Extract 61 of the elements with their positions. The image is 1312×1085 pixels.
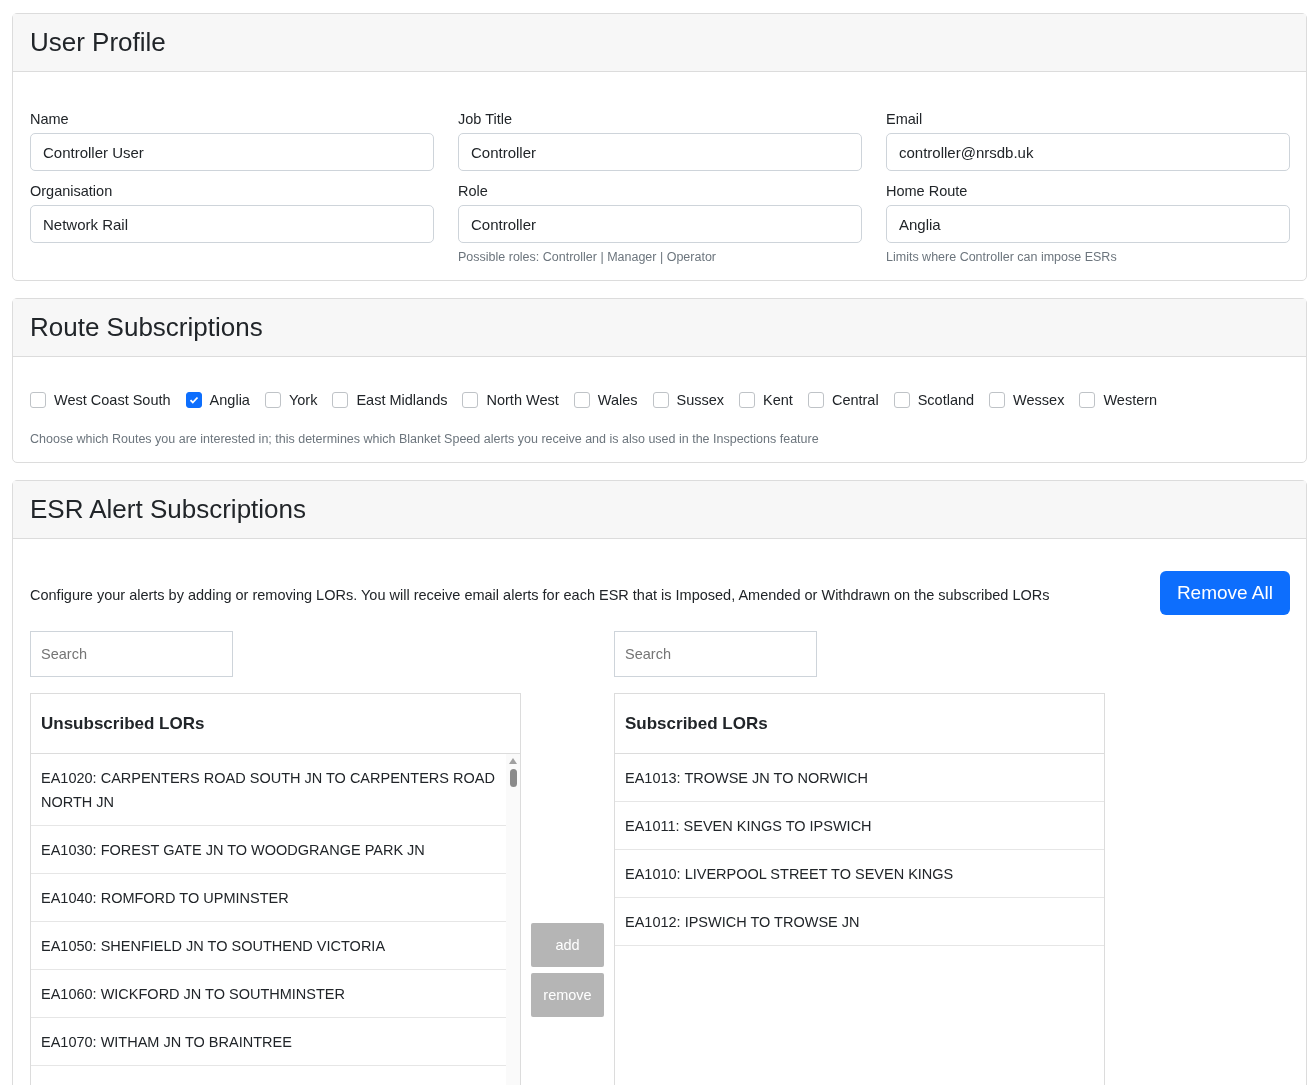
checkbox[interactable]: [264, 392, 281, 408]
remove-all-button[interactable]: Remove All: [1159, 571, 1290, 615]
list-item[interactable]: EA1050: SHENFIELD JN TO SOUTHEND VICTORIA: [31, 922, 506, 970]
field-label: Role: [458, 183, 489, 199]
field-label: Organisation: [30, 183, 114, 199]
checkbox[interactable]: [1079, 392, 1096, 408]
checkbox-label: Wessex: [1013, 392, 1065, 408]
help-text: Limits where Controller can impose ESRs: [886, 250, 1118, 264]
input-field[interactable]: Anglia: [886, 205, 1290, 243]
checkbox-label: East Midlands: [356, 392, 448, 408]
input-field[interactable]: Controller: [458, 205, 862, 243]
section-title: User Profile: [30, 27, 166, 58]
check-icon: [188, 395, 199, 405]
scroll-up-arrow-icon[interactable]: [509, 758, 517, 764]
checkbox[interactable]: [573, 392, 590, 408]
field-label: Email: [886, 111, 924, 127]
intro-text: Configure your alerts by adding or removing LORs. You will receive email alerts for each ESR that is Imposed, Amended or Withdrawn on the subscribed LORs: [30, 587, 1051, 605]
scrollbar[interactable]: [506, 754, 520, 1085]
checkbox-label: Anglia: [209, 392, 250, 408]
checkbox[interactable]: [462, 392, 479, 408]
checkbox[interactable]: [989, 392, 1006, 408]
checkbox-label: Central: [831, 392, 879, 408]
list-item[interactable]: EA1060: WICKFORD JN TO SOUTHMINSTER: [31, 970, 506, 1018]
list-item[interactable]: EA1040: ROMFORD TO UPMINSTER: [31, 874, 506, 922]
list-item[interactable]: EA1013: TROWSE JN TO NORWICH: [615, 754, 1104, 802]
checkbox-label: West Coast South: [54, 392, 171, 408]
checkbox-label: Western: [1103, 392, 1158, 408]
search-field[interactable]: Search: [30, 631, 233, 677]
checkbox-label: Scotland: [917, 392, 975, 408]
search-field[interactable]: Search: [614, 631, 817, 677]
checkbox[interactable]: [652, 392, 669, 408]
checkbox[interactable]: [807, 392, 824, 408]
list-item[interactable]: EA1030: FOREST GATE JN TO WOODGRANGE PARK JN: [31, 826, 506, 874]
list-item[interactable]: EA1010: LIVERPOOL STREET TO SEVEN KINGS: [615, 850, 1104, 898]
checkbox[interactable]: [893, 392, 910, 408]
section-title: Route Subscriptions: [30, 312, 263, 343]
checkbox-label: Kent: [763, 392, 793, 408]
field-label: Name: [30, 111, 70, 127]
checkbox[interactable]: [739, 392, 756, 408]
checkbox-label: Sussex: [676, 392, 725, 408]
section-title: ESR Alert Subscriptions: [30, 494, 306, 525]
checkbox-label: Wales: [597, 392, 638, 408]
list-item[interactable]: EA1070: WITHAM JN TO BRAINTREE: [31, 1018, 506, 1066]
checkbox[interactable]: [185, 392, 202, 408]
list-heading: Unsubscribed LORs: [31, 694, 520, 754]
help-text: Choose which Routes you are interested in; this determines which Blanket Speed alerts you receive and is also used in the Inspections feature: [30, 432, 820, 446]
scrollbar-thumb[interactable]: [509, 769, 517, 787]
input-field[interactable]: Network Rail: [30, 205, 434, 243]
input-field[interactable]: Controller User: [30, 133, 434, 171]
checkbox[interactable]: [30, 392, 46, 408]
checkbox[interactable]: [332, 392, 349, 408]
checkbox-label: York: [288, 392, 318, 408]
field-label: Job Title: [458, 111, 513, 127]
input-field[interactable]: Controller: [458, 133, 862, 171]
field-label: Home Route: [886, 183, 969, 199]
list-item[interactable]: EA1011: SEVEN KINGS TO IPSWICH: [615, 802, 1104, 850]
list-item[interactable]: EA1012: IPSWICH TO TROWSE JN: [615, 898, 1104, 946]
input-field[interactable]: controller@nrsdb.uk: [886, 133, 1290, 171]
checkbox-label: North West: [486, 392, 559, 408]
help-text: Possible roles: Controller | Manager | Operator: [458, 250, 717, 264]
list-heading: Subscribed LORs: [615, 694, 1104, 754]
